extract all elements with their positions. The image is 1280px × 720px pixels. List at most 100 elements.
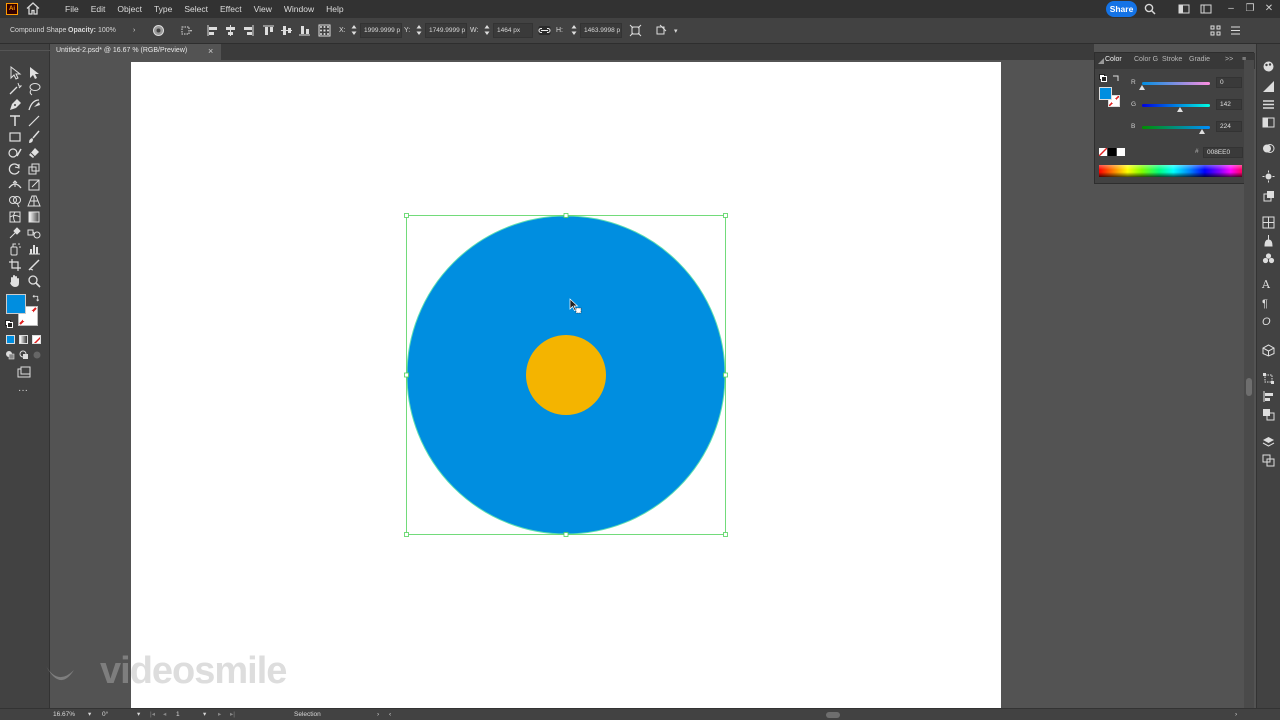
- shaper-tool-icon[interactable]: [8, 146, 22, 160]
- type-tool-icon[interactable]: [8, 114, 22, 128]
- share-button[interactable]: Share: [1106, 1, 1137, 17]
- width-tool-icon[interactable]: [8, 178, 22, 192]
- close-icon[interactable]: ✕: [1262, 1, 1276, 15]
- w-stepper-icon[interactable]: [484, 24, 490, 36]
- align-vertical-center-icon[interactable]: [280, 24, 293, 37]
- w-field[interactable]: 1464 px: [493, 23, 533, 38]
- graphic-styles-icon[interactable]: [1262, 190, 1275, 203]
- column-graph-tool-icon[interactable]: [27, 242, 41, 256]
- hex-value-field[interactable]: 008EE0: [1203, 147, 1243, 158]
- g-value-field[interactable]: 142: [1216, 99, 1242, 110]
- zoom-tool-icon[interactable]: [27, 274, 41, 288]
- opentype-panel-icon[interactable]: O: [1262, 316, 1275, 329]
- transform-icon[interactable]: [629, 24, 642, 37]
- control-bar-menu-icon[interactable]: [1229, 24, 1242, 37]
- close-tab-icon[interactable]: ×: [208, 46, 213, 56]
- swap-fill-stroke-icon[interactable]: [32, 294, 40, 302]
- more-tools-icon[interactable]: ···: [18, 385, 28, 396]
- color-guide-icon[interactable]: [1262, 80, 1275, 93]
- eyedropper-tool-icon[interactable]: [8, 226, 22, 240]
- x-field[interactable]: 1999.9999 p: [360, 23, 402, 38]
- vertical-scroll-thumb[interactable]: [1246, 378, 1252, 396]
- color-spectrum[interactable]: [1099, 165, 1242, 177]
- lasso-tool-icon[interactable]: [27, 82, 41, 96]
- swatches-panel-icon[interactable]: [1262, 216, 1275, 229]
- align-panel-icon[interactable]: [1262, 390, 1275, 403]
- reference-point-icon[interactable]: [318, 24, 331, 37]
- last-artboard-icon[interactable]: ▸|: [230, 710, 235, 720]
- artboard-dropdown-icon[interactable]: ▾: [203, 710, 206, 720]
- next-artboard-icon[interactable]: ▸: [218, 710, 221, 720]
- hand-tool-icon[interactable]: [8, 274, 22, 288]
- align-to-selection-icon[interactable]: [180, 24, 193, 37]
- gradient-tool-icon[interactable]: [27, 210, 41, 224]
- document-tab-title[interactable]: Untitled-2.psd* @ 16.67 % (RGB/Preview): [56, 47, 187, 54]
- first-artboard-icon[interactable]: |◂: [150, 710, 155, 720]
- shape-builder-tool-icon[interactable]: [8, 194, 22, 208]
- g-slider-thumb[interactable]: [1176, 107, 1183, 112]
- isolate-group-icon[interactable]: [655, 24, 668, 37]
- 3d-materials-icon[interactable]: [1262, 344, 1275, 357]
- paintbrush-tool-icon[interactable]: [27, 130, 41, 144]
- menu-view[interactable]: View: [248, 0, 278, 18]
- menu-effect[interactable]: Effect: [214, 0, 248, 18]
- eraser-tool-icon[interactable]: [27, 146, 41, 160]
- panel-collapse-icon[interactable]: [1098, 58, 1104, 64]
- horizontal-scroll-thumb[interactable]: [826, 712, 840, 718]
- opacity-chevron-icon[interactable]: ›: [133, 27, 135, 34]
- pen-tool-icon[interactable]: [8, 98, 22, 112]
- gradient-mode-button[interactable]: [19, 335, 28, 344]
- stroke-panel-icon[interactable]: [1262, 98, 1275, 111]
- rotation-dropdown-icon[interactable]: ▾: [137, 710, 140, 720]
- pathfinder-panel-icon[interactable]: [1262, 408, 1275, 421]
- zoom-dropdown-icon[interactable]: ▾: [88, 710, 91, 720]
- align-horizontal-center-icon[interactable]: [224, 24, 237, 37]
- black-quick-swatch[interactable]: [1108, 148, 1116, 156]
- none-quick-swatch[interactable]: [1099, 148, 1107, 156]
- r-slider[interactable]: [1142, 82, 1210, 85]
- previous-artboard-icon[interactable]: ◂: [163, 710, 166, 720]
- tab-color-guide[interactable]: Color G: [1134, 56, 1158, 63]
- brushes-panel-icon[interactable]: [1262, 234, 1275, 247]
- magic-wand-tool-icon[interactable]: [8, 82, 23, 96]
- rectangle-tool-icon[interactable]: [8, 130, 22, 144]
- horizontal-scroll-right-icon[interactable]: ›: [1235, 710, 1237, 720]
- curvature-tool-icon[interactable]: [27, 98, 41, 112]
- menu-select[interactable]: Select: [178, 0, 214, 18]
- symbols-panel-icon[interactable]: [1262, 252, 1275, 265]
- character-panel-icon[interactable]: A: [1262, 278, 1275, 291]
- selection-tool-icon[interactable]: [8, 65, 22, 80]
- inner-circle[interactable]: [526, 335, 606, 415]
- y-stepper-icon[interactable]: [416, 24, 422, 36]
- expand-panels-icon[interactable]: >>: [1225, 56, 1233, 63]
- tab-gradient[interactable]: Gradie: [1189, 56, 1210, 63]
- draw-inside-icon[interactable]: [32, 350, 42, 360]
- rotate-tool-icon[interactable]: [8, 162, 22, 176]
- transparency-panel-icon[interactable]: [1262, 142, 1275, 155]
- scale-tool-icon[interactable]: [27, 162, 41, 176]
- h-field[interactable]: 1463.9998 p: [580, 23, 622, 38]
- artboard-tool-icon[interactable]: [8, 258, 22, 272]
- default-colors-icon[interactable]: [1099, 74, 1107, 82]
- minimize-icon[interactable]: –: [1224, 1, 1238, 15]
- home-icon[interactable]: [26, 2, 40, 15]
- symbol-sprayer-tool-icon[interactable]: [8, 242, 22, 256]
- align-left-icon[interactable]: [206, 24, 219, 37]
- perspective-grid-tool-icon[interactable]: [27, 194, 41, 208]
- slice-tool-icon[interactable]: [27, 258, 41, 272]
- white-quick-swatch[interactable]: [1117, 148, 1125, 156]
- menu-type[interactable]: Type: [148, 0, 178, 18]
- restore-icon[interactable]: ❐: [1243, 1, 1257, 15]
- tab-color[interactable]: Color: [1105, 56, 1122, 63]
- opacity-field[interactable]: 100%: [98, 27, 116, 34]
- paragraph-panel-icon[interactable]: ¶: [1262, 298, 1275, 311]
- none-mode-button[interactable]: [32, 335, 41, 344]
- r-value-field[interactable]: 0: [1216, 77, 1242, 88]
- line-segment-tool-icon[interactable]: [27, 114, 41, 128]
- artboards-panel-icon[interactable]: [1262, 454, 1275, 467]
- b-value-field[interactable]: 224: [1216, 121, 1242, 132]
- layers-panel-icon[interactable]: [1262, 436, 1275, 449]
- rotation-field[interactable]: 0°: [102, 710, 142, 720]
- mesh-tool-icon[interactable]: [8, 210, 22, 224]
- y-field[interactable]: 1749.9999 p: [425, 23, 467, 38]
